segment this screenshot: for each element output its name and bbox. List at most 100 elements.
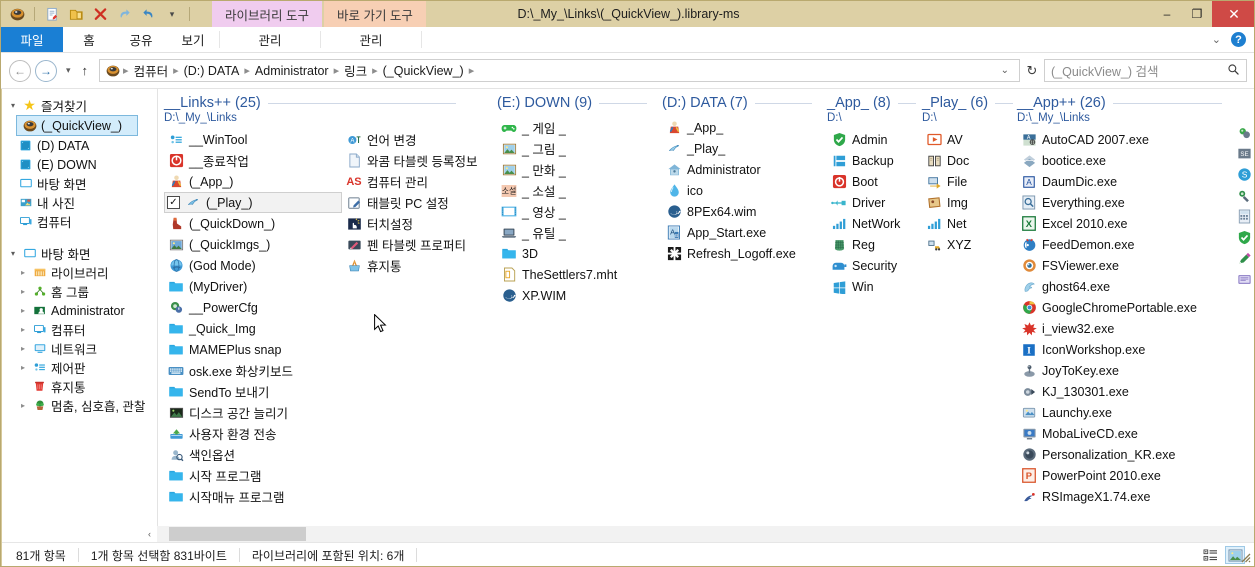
redo-icon[interactable] <box>114 4 134 24</box>
list-item[interactable]: 디스크 공간 늘리기 <box>164 402 342 423</box>
expand-arrow-icon[interactable]: ▾ <box>6 101 20 110</box>
list-item[interactable]: A 언어 변경 <box>342 129 494 150</box>
contextual-tab-library[interactable]: 라이브러리 도구 <box>212 1 322 27</box>
sidebar-item-my-pictures[interactable]: 내 사진 <box>2 193 157 212</box>
breadcrumb-item-1[interactable]: (D:) DATA <box>181 64 243 78</box>
list-item[interactable]: (_QuickDown_) <box>164 213 342 234</box>
tab-manage-shortcut[interactable]: 관리 <box>321 27 421 52</box>
undo-icon[interactable] <box>138 4 158 24</box>
list-item[interactable]: Doc <box>922 150 1014 171</box>
breadcrumb-item-3[interactable]: 링크 <box>341 61 370 80</box>
recent-locations-icon[interactable]: ▾ <box>66 65 71 76</box>
breadcrumb[interactable]: ▸ 컴퓨터 ▸ (D:) DATA ▸ Administrator ▸ 링크 ▸… <box>99 59 1020 82</box>
list-item[interactable]: Img <box>922 192 1014 213</box>
list-item[interactable]: GoogleChromePortable.exe <box>1017 297 1227 318</box>
list-item[interactable]: _App_ <box>662 117 822 138</box>
list-item[interactable]: KJ_130301.exe <box>1017 381 1227 402</box>
group-header[interactable]: (E:) DOWN (9) <box>497 95 647 111</box>
list-item[interactable]: X Excel 2010.exe <box>1017 213 1227 234</box>
scrollbar-thumb[interactable] <box>169 527 306 541</box>
list-item[interactable]: Personalization_KR.exe <box>1017 444 1227 465</box>
horizontal-scrollbar[interactable]: ‹ <box>2 526 1254 542</box>
contextual-tab-shortcut[interactable]: 바로 가기 도구 <box>323 1 426 27</box>
list-item[interactable]: _Quick_Img <box>164 318 342 339</box>
list-item[interactable] <box>1232 185 1254 206</box>
up-button[interactable]: ↑ <box>82 63 89 78</box>
properties-icon[interactable] <box>42 4 62 24</box>
list-item[interactable]: 색인옵션 <box>164 444 342 465</box>
list-item[interactable] <box>1232 269 1254 290</box>
list-item[interactable]: Reg <box>827 234 919 255</box>
sidebar-item-desktop[interactable]: 바탕 화면 <box>2 174 157 193</box>
forward-button[interactable]: → <box>35 59 57 82</box>
tab-share[interactable]: 공유 <box>115 27 167 52</box>
sidebar-item-recycle-bin[interactable]: 휴지통 <box>2 377 157 396</box>
chevron-right-icon[interactable]: ▸ <box>16 287 30 296</box>
list-item[interactable]: AV <box>922 129 1014 150</box>
list-item[interactable]: Refresh_Logoff.exe <box>662 243 822 264</box>
delete-icon[interactable] <box>90 4 110 24</box>
list-item[interactable]: 3D <box>497 243 657 264</box>
sidebar-item-plant[interactable]: ▸ 멈춤, 심호흡, 관찰 <box>2 396 157 415</box>
list-item[interactable]: Net <box>922 213 1014 234</box>
sidebar-item-homegroup[interactable]: ▸ 홈 그룹 <box>2 282 157 301</box>
chevron-down-icon[interactable]: ⌄ <box>1212 33 1221 46</box>
list-item[interactable]: _ 유틸 _ <box>497 222 657 243</box>
list-item[interactable]: 와콤 타블렛 등록정보 <box>342 150 494 171</box>
back-button[interactable]: ← <box>9 59 31 82</box>
resize-grip[interactable] <box>1240 552 1252 564</box>
list-item[interactable]: Admin <box>827 129 919 150</box>
list-item[interactable]: SendTo 보내기 <box>164 381 342 402</box>
list-item[interactable]: (God Mode) <box>164 255 342 276</box>
group-header[interactable]: _Play_ (6) <box>922 95 1014 111</box>
sidebar-item-administrator[interactable]: ▸ Administrator <box>2 301 157 320</box>
list-item[interactable]: i_view32.exe <box>1017 318 1227 339</box>
sidebar-item-quickview[interactable]: (_QuickView_) <box>16 115 138 136</box>
scrollbar-track[interactable] <box>157 526 1254 542</box>
list-item[interactable]: 터치설정 <box>342 213 494 234</box>
list-item[interactable]: 사용자 환경 전송 <box>164 423 342 444</box>
minimize-button[interactable]: – <box>1152 1 1182 27</box>
list-item[interactable]: XYZ <box>922 234 1014 255</box>
list-item[interactable]: Launchy.exe <box>1017 402 1227 423</box>
list-item[interactable]: JoyToKey.exe <box>1017 360 1227 381</box>
list-item[interactable]: Driver <box>827 192 919 213</box>
tab-file[interactable]: 파일 <box>1 27 63 52</box>
list-item[interactable]: __PowerCfg <box>164 297 342 318</box>
list-item[interactable]: Win <box>827 276 919 297</box>
list-item[interactable]: osk.exe 화상키보드 <box>164 360 342 381</box>
list-item[interactable]: FSViewer.exe <box>1017 255 1227 276</box>
refresh-button[interactable]: ↻ <box>1020 63 1044 79</box>
list-item[interactable]: 태블릿 PC 설정 <box>342 192 494 213</box>
list-item[interactable]: (_QuickImgs_) <box>164 234 342 255</box>
sidebar-item-computer[interactable]: ▸ 컴퓨터 <box>2 320 157 339</box>
list-item[interactable]: MobaLiveCD.exe <box>1017 423 1227 444</box>
sidebar-item-e-down[interactable]: (E) DOWN <box>2 155 157 174</box>
group-header[interactable]: (D:) DATA (7) <box>662 95 812 111</box>
list-item[interactable]: Security <box>827 255 919 276</box>
list-item[interactable]: _ 영상 _ <box>497 201 657 222</box>
list-item[interactable]: A DaumDic.exe <box>1017 171 1227 192</box>
list-item[interactable]: RSImageX1.74.exe <box>1017 486 1227 507</box>
list-item[interactable]: (_App_) <box>164 171 342 192</box>
list-item[interactable]: SE <box>1232 143 1254 164</box>
list-item[interactable]: __WinTool <box>164 129 342 150</box>
list-item[interactable] <box>1232 122 1254 143</box>
list-item[interactable]: NetWork <box>827 213 919 234</box>
list-item[interactable]: ico <box>662 180 822 201</box>
tab-home[interactable]: 홈 <box>63 27 115 52</box>
list-item[interactable]: 시작 프로그램 <box>164 465 342 486</box>
tab-manage-library[interactable]: 관리 <box>220 27 320 52</box>
breadcrumb-dropdown-icon[interactable]: ⌄ <box>995 65 1015 76</box>
list-item[interactable]: __종료작업 <box>164 150 342 171</box>
maximize-button[interactable]: ❐ <box>1182 1 1212 27</box>
list-item[interactable]: Administrator <box>662 159 822 180</box>
close-button[interactable]: ✕ <box>1212 1 1254 27</box>
list-item[interactable]: _Play_ <box>662 138 822 159</box>
list-item[interactable]: A AutoCAD 2007.exe <box>1017 129 1227 150</box>
item-checkbox[interactable]: ✓ <box>167 196 180 209</box>
list-item[interactable]: File <box>922 171 1014 192</box>
list-item[interactable]: MAMEPlus snap <box>164 339 342 360</box>
list-item[interactable]: (MyDriver) <box>164 276 342 297</box>
breadcrumb-item-2[interactable]: Administrator <box>252 64 332 78</box>
